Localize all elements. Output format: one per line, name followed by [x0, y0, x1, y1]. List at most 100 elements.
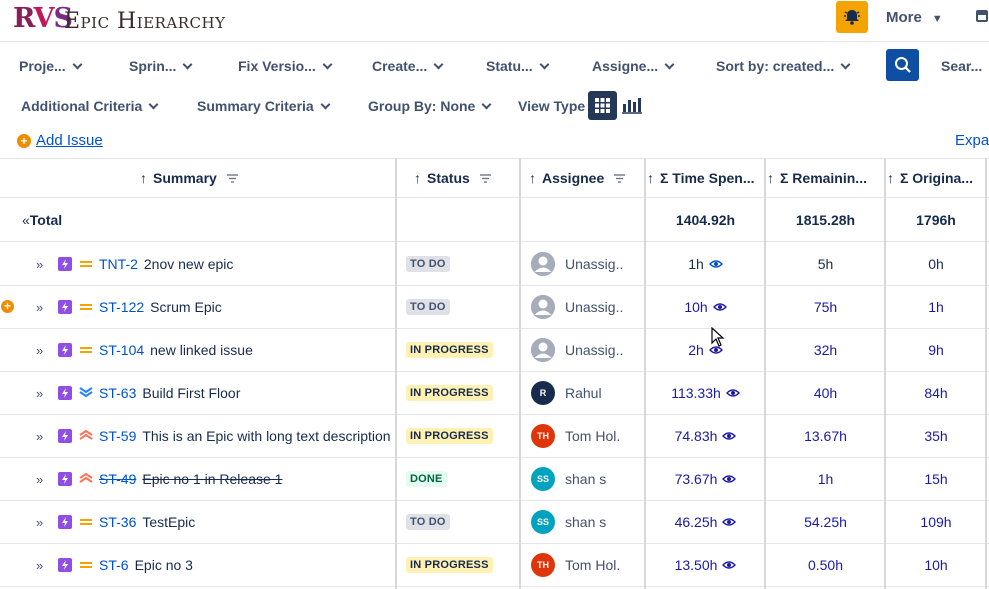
original-estimate-cell[interactable]: 9h [886, 329, 986, 371]
remaining-cell[interactable]: 75h [766, 286, 885, 328]
collapse-icon[interactable]: « [22, 212, 30, 228]
assignee-name[interactable]: Unassig.. [565, 342, 623, 358]
eye-icon[interactable] [722, 431, 737, 441]
status-badge[interactable]: TO DO [406, 299, 450, 315]
table-row[interactable]: » ST-36 TestEpic TO DO SS shan s 46.25h 54.25h 1… [0, 501, 989, 544]
original-estimate-cell[interactable]: 84h [886, 372, 986, 414]
remaining-cell[interactable]: 5h [766, 243, 885, 285]
expand-row-icon[interactable]: » [36, 515, 46, 530]
status-filter[interactable]: Statu... [486, 58, 550, 74]
column-divider[interactable] [395, 158, 397, 589]
column-divider[interactable] [644, 158, 646, 589]
notifications-button[interactable] [836, 1, 868, 33]
table-row[interactable]: » TNT-2 2nov new epic TO DO Unassig.. 1h 5h 0h [0, 243, 989, 286]
status-badge[interactable]: IN PROGRESS [406, 342, 493, 358]
eye-icon[interactable] [722, 474, 737, 484]
table-row[interactable]: » ST-63 Build First Floor IN PROGRESS R Rahul… [0, 372, 989, 415]
search-label[interactable]: Sear... [941, 58, 982, 74]
table-row[interactable]: » ST-122 Scrum Epic TO DO Unassig.. 10h 75h 1h [0, 286, 989, 329]
issue-key-link[interactable]: ST-36 [99, 514, 136, 530]
summary-column-header[interactable]: ↑ Summary [140, 159, 238, 197]
fix-version-filter[interactable]: Fix Versio... [238, 58, 333, 74]
group-by-filter[interactable]: Group By: None [368, 98, 492, 114]
expand-row-icon[interactable]: » [36, 429, 46, 444]
table-row[interactable]: » ST-6 Epic no 3 IN PROGRESS TH Tom Hol. 13.50… [0, 544, 989, 587]
table-row[interactable]: » ST-104 new linked issue IN PROGRESS Unassi… [0, 329, 989, 372]
original-estimate-cell[interactable]: 1h [886, 286, 986, 328]
original-estimate-cell[interactable]: 10h [886, 544, 986, 586]
assignee-name[interactable]: shan s [565, 514, 606, 530]
column-divider[interactable] [985, 158, 987, 589]
expand-row-icon[interactable]: » [36, 300, 46, 315]
time-spent-cell[interactable]: 1h [646, 243, 765, 285]
expand-all-link[interactable]: Expar [955, 132, 989, 149]
remaining-cell[interactable]: 0.50h [766, 544, 885, 586]
status-badge[interactable]: IN PROGRESS [406, 428, 493, 444]
table-row[interactable]: » ST-49 Epic no 1 in Release 1 DONE SS shan s… [0, 458, 989, 501]
remaining-cell[interactable]: 40h [766, 372, 885, 414]
eye-icon[interactable] [712, 302, 727, 312]
filter-icon[interactable] [614, 173, 626, 183]
expand-row-icon[interactable]: » [36, 386, 46, 401]
project-filter[interactable]: Proje... [19, 58, 83, 74]
original-estimate-cell[interactable]: 35h [886, 415, 986, 457]
remaining-cell[interactable]: 13.67h [766, 415, 885, 457]
issue-key-link[interactable]: ST-63 [99, 385, 136, 401]
issue-key-link[interactable]: ST-6 [99, 557, 129, 573]
sort-by-filter[interactable]: Sort by: created... [716, 58, 851, 74]
column-divider[interactable] [884, 158, 886, 589]
assignee-name[interactable]: Rahul [565, 385, 602, 401]
assignee-name[interactable]: Unassig.. [565, 256, 623, 272]
assignee-column-header[interactable]: ↑ Assignee [529, 159, 626, 197]
eye-icon[interactable] [722, 517, 737, 527]
issue-key-link[interactable]: ST-122 [99, 299, 144, 315]
grid-view-button[interactable] [588, 91, 617, 120]
summary-criteria-filter[interactable]: Summary Criteria [197, 98, 331, 114]
time-spent-column-header[interactable]: ↑ Σ Time Spen... [647, 159, 755, 197]
expand-row-icon[interactable]: » [36, 257, 46, 272]
remaining-cell[interactable]: 32h [766, 329, 885, 371]
time-spent-cell[interactable]: 13.50h [646, 544, 765, 586]
expand-row-icon[interactable]: » [36, 472, 46, 487]
app-switcher-icon[interactable] [975, 9, 989, 23]
more-menu[interactable]: More ▼ [886, 9, 943, 26]
time-spent-cell[interactable]: 46.25h [646, 501, 765, 543]
eye-icon[interactable] [725, 388, 740, 398]
column-divider[interactable] [519, 158, 521, 589]
remaining-cell[interactable]: 54.25h [766, 501, 885, 543]
remaining-cell[interactable]: 1h [766, 458, 885, 500]
time-spent-cell[interactable]: 10h [646, 286, 765, 328]
eye-icon[interactable] [708, 259, 723, 269]
time-spent-cell[interactable]: 73.67h [646, 458, 765, 500]
table-row[interactable]: » ST-59 This is an Epic with long text des… [0, 415, 989, 458]
assignee-name[interactable]: Unassig.. [565, 299, 623, 315]
time-spent-cell[interactable]: 2h [646, 329, 765, 371]
time-spent-cell[interactable]: 113.33h [646, 372, 765, 414]
eye-icon[interactable] [722, 560, 737, 570]
original-estimate-cell[interactable]: 0h [886, 243, 986, 285]
time-spent-cell[interactable]: 74.83h [646, 415, 765, 457]
expand-row-icon[interactable]: » [36, 343, 46, 358]
assignee-name[interactable]: shan s [565, 471, 606, 487]
status-badge[interactable]: IN PROGRESS [406, 385, 493, 401]
issue-key-link[interactable]: ST-49 [99, 471, 136, 487]
filter-icon[interactable] [479, 173, 491, 183]
issue-key-link[interactable]: ST-104 [99, 342, 144, 358]
issue-key-link[interactable]: TNT-2 [99, 256, 138, 272]
created-filter[interactable]: Create... [372, 58, 444, 74]
additional-criteria-filter[interactable]: Additional Criteria [21, 98, 159, 114]
add-issue-button[interactable]: + Add Issue [17, 132, 103, 149]
original-column-header[interactable]: ↑ Σ Origina... [887, 159, 973, 197]
expand-row-icon[interactable]: » [36, 558, 46, 573]
filter-icon[interactable] [226, 173, 238, 183]
status-badge[interactable]: TO DO [406, 514, 450, 530]
original-estimate-cell[interactable]: 15h [886, 458, 986, 500]
status-badge[interactable]: DONE [406, 471, 447, 487]
chart-view-icon[interactable] [621, 94, 643, 116]
original-estimate-cell[interactable]: 109h [886, 501, 986, 543]
sprint-filter[interactable]: Sprin... [129, 58, 193, 74]
assignee-name[interactable]: Tom Hol. [565, 428, 620, 444]
search-button[interactable] [886, 49, 919, 81]
assignee-name[interactable]: Tom Hol. [565, 557, 620, 573]
add-child-icon[interactable]: + [1, 300, 14, 313]
